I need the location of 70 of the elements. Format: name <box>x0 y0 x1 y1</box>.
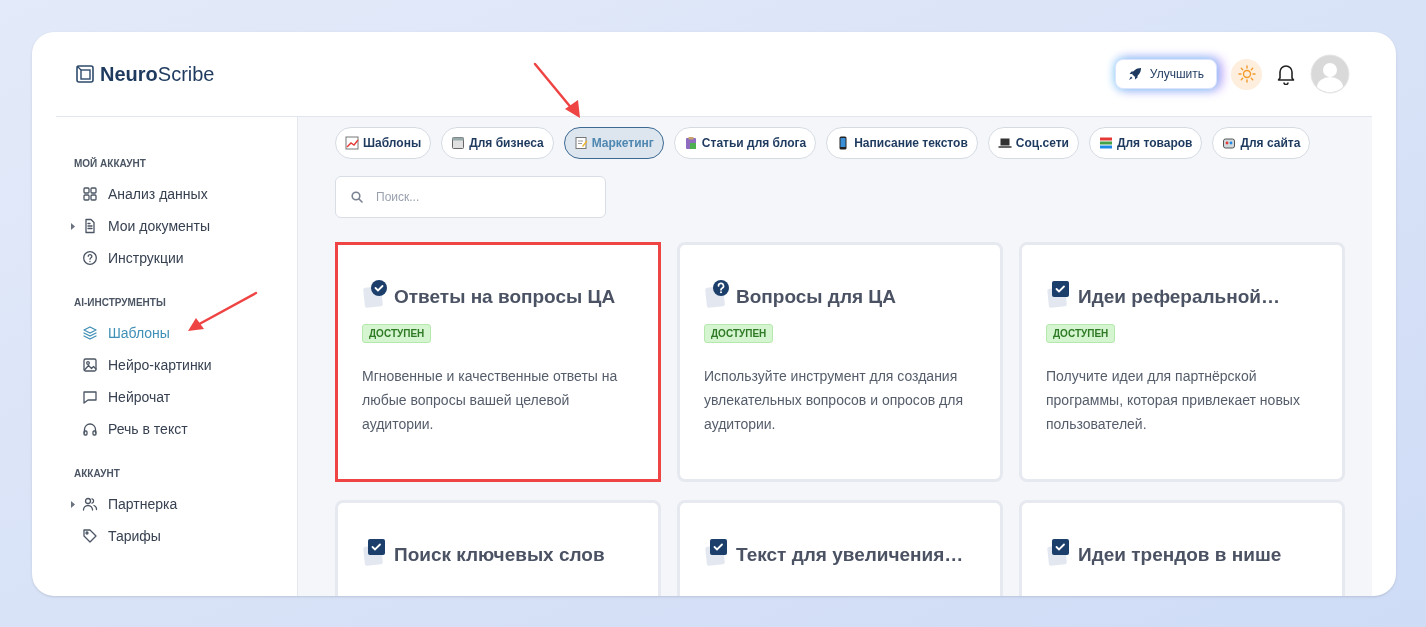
card-title: Ответы на вопросы ЦА <box>394 285 616 309</box>
layers-icon <box>82 325 98 341</box>
card-description: Получите идеи для партнёрской программы, которая привлекает новых пользователей. <box>1046 366 1301 434</box>
checkbox-icon <box>1046 537 1072 568</box>
rocket-icon <box>1127 67 1142 81</box>
category-chip[interactable]: Для бизнеса <box>441 127 554 159</box>
sun-icon <box>1237 65 1256 83</box>
sidebar-item[interactable]: Инструкции <box>74 247 184 269</box>
calendar-icon <box>451 136 466 150</box>
category-chip[interactable]: Для товаров <box>1088 127 1203 159</box>
sidebar-item[interactable]: Шаблоны <box>74 322 170 344</box>
tag-icon <box>82 528 98 544</box>
notification-bell-icon[interactable] <box>1276 63 1296 85</box>
search-field[interactable]: Поиск... <box>335 176 606 218</box>
checkbox-icon <box>362 537 388 568</box>
category-chip[interactable]: Шаблоны <box>335 127 432 159</box>
section-heading: МОЙ АККАУНТ <box>74 156 147 171</box>
headphones-icon <box>82 421 98 437</box>
card-title: Поиск ключевых слов <box>394 543 605 567</box>
sidebar-item[interactable]: Тарифы <box>74 525 161 547</box>
sidebar-item[interactable]: Мои документы <box>74 215 210 237</box>
grid-icon <box>82 186 98 202</box>
template-card[interactable]: Идеи трендов в нише <box>1019 500 1345 596</box>
users-icon <box>82 496 98 512</box>
card-title: Идеи трендов в нише <box>1078 543 1282 567</box>
books-icon <box>1098 136 1113 150</box>
card-title: Вопросы для ЦА <box>736 285 896 309</box>
clipboard-icon <box>683 136 698 150</box>
section-heading: АККАУНТ <box>74 467 121 481</box>
logo-icon <box>76 65 94 83</box>
theme-toggle-button[interactable] <box>1231 58 1262 90</box>
category-chip[interactable]: Для сайта <box>1212 127 1311 159</box>
caret-icon[interactable] <box>71 500 75 508</box>
memo-icon <box>573 136 588 150</box>
category-chip[interactable]: Соц.сети <box>987 127 1079 159</box>
sidebar-item[interactable]: Нейро-картинки <box>74 354 212 376</box>
status-badge: ДОСТУПЕН <box>362 323 432 343</box>
status-badge: ДОСТУПЕН <box>1046 323 1116 343</box>
check-circle-icon <box>362 279 388 310</box>
sidebar-item[interactable]: Партнерка <box>74 493 178 515</box>
logo-text[interactable]: NeuroScribe <box>100 59 215 89</box>
sidebar-item[interactable]: Анализ данных <box>74 183 208 205</box>
chart-icon <box>345 136 359 150</box>
status-badge: ДОСТУПЕН <box>704 323 774 343</box>
category-chip[interactable]: Написание текстов <box>826 127 978 159</box>
checkbox-icon <box>1046 279 1072 310</box>
caret-icon[interactable] <box>71 222 75 230</box>
chat-bubble-icon <box>82 389 98 405</box>
section-heading: AI-ИНСТРУМЕНТЫ <box>74 296 167 310</box>
sidebar-item[interactable]: Речь в текст <box>74 418 188 440</box>
image-icon <box>82 357 98 373</box>
card-description: Мгновенные и качественные ответы на любые вопросы вашей целевой аудитории. <box>362 366 619 434</box>
laptop-icon <box>997 136 1012 150</box>
card-description: Используйте инструмент для создания увлекательных вопросов и опросов для аудитории. <box>704 366 965 434</box>
checkbox-icon <box>704 537 730 568</box>
card-title: Текст для увеличения… <box>736 543 964 567</box>
category-chip[interactable]: Статьи для блога <box>673 127 817 159</box>
search-icon <box>351 191 363 203</box>
robot-icon <box>1222 136 1237 150</box>
question-mark-icon <box>704 279 730 310</box>
template-card[interactable]: Вопросы для ЦА ДОСТУПЕН Используйте инструмент для создания увлекательных вопросов и опросов для аудитории. <box>677 242 1003 482</box>
upgrade-button[interactable]: Улучшить <box>1114 59 1217 89</box>
template-card[interactable]: Идеи реферальной… ДОСТУПЕН Получите идеи для партнёрской программы, которая привлекает новых пользователей. <box>1019 242 1345 482</box>
help-icon <box>82 250 98 266</box>
template-card[interactable]: Поиск ключевых слов <box>335 500 661 596</box>
sidebar-item[interactable]: Нейрочат <box>74 386 171 408</box>
template-card[interactable]: Ответы на вопросы ЦА ДОСТУПЕН Мгновенные и качественные ответы на любые вопросы вашей целевой аудитории. <box>335 242 661 482</box>
card-title: Идеи реферальной… <box>1078 285 1281 309</box>
document-icon <box>82 218 98 234</box>
template-card[interactable]: Текст для увеличения… <box>677 500 1003 596</box>
